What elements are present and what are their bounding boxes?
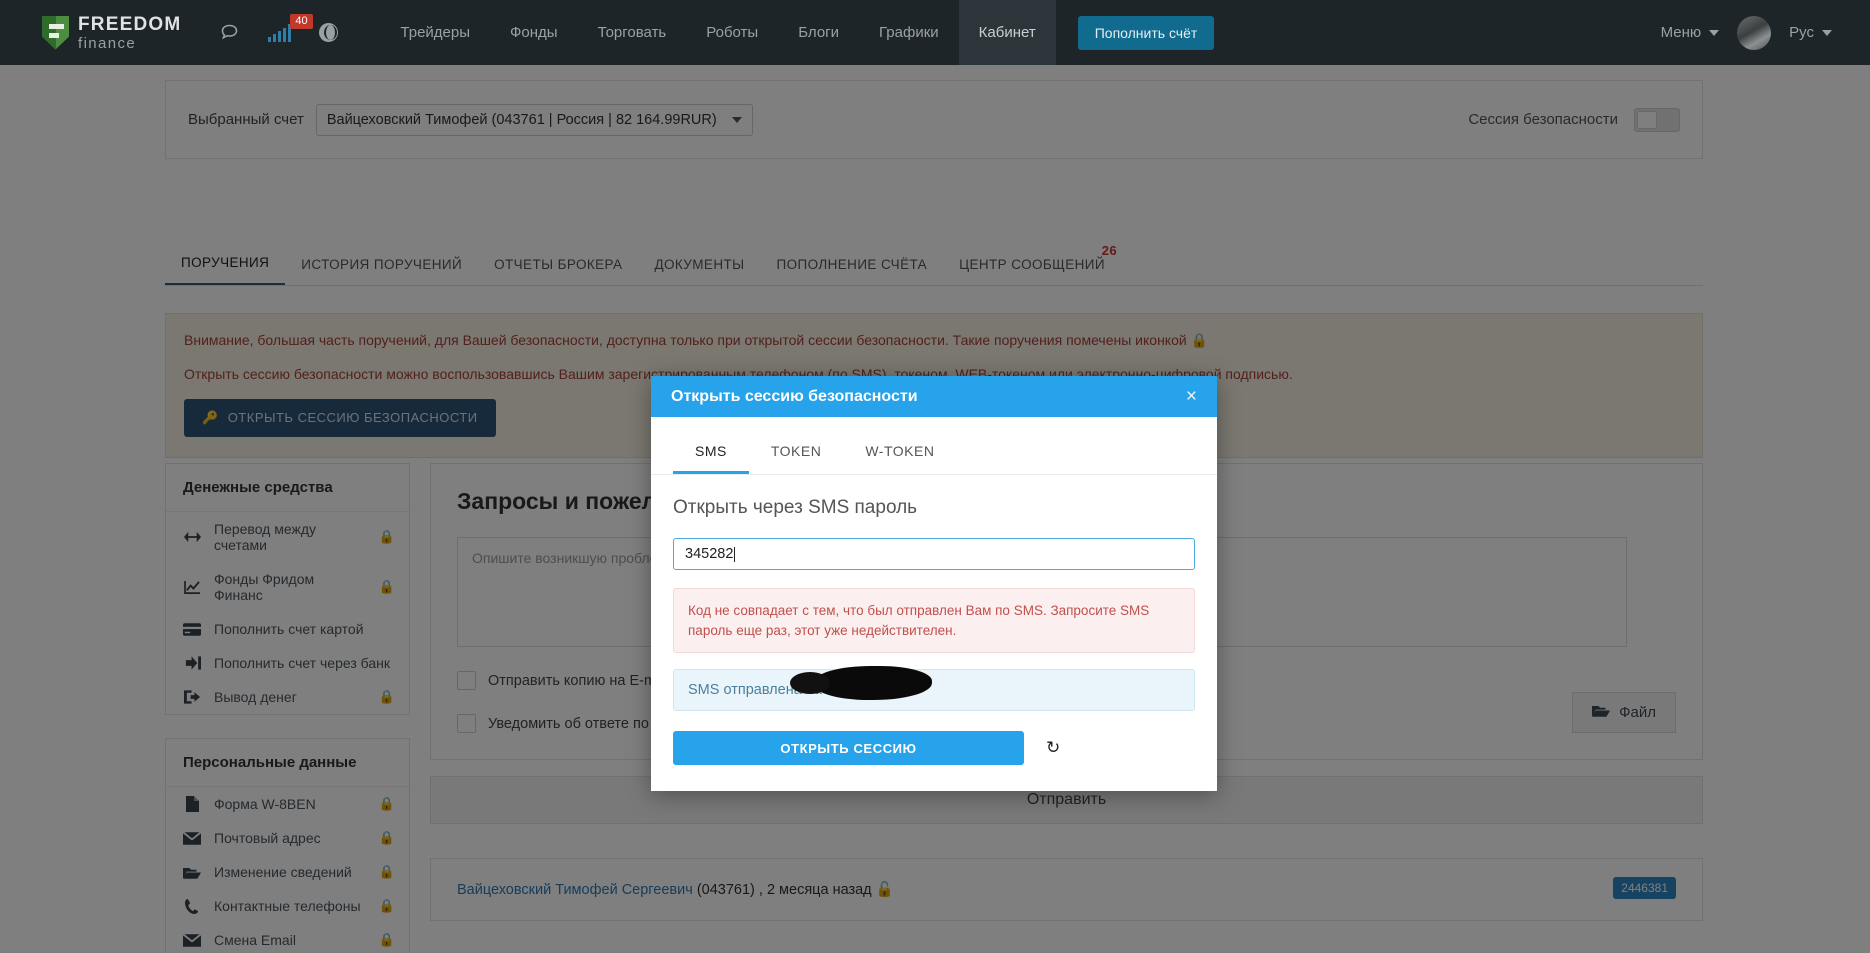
open-session-submit-button[interactable]: ОТКРЫТЬ СЕССИЮ	[673, 731, 1024, 766]
bar-chart-glyph	[268, 23, 292, 42]
sms-sent-info: SMS отправлена на номер	[673, 666, 1195, 712]
language-label: Рус	[1789, 24, 1814, 41]
topup-account-button[interactable]: Пополнить счёт	[1077, 15, 1215, 50]
modal-footer: ОТКРЫТЬ СЕССИЮ ↻	[673, 731, 1195, 766]
security-session-modal: Открыть сессию безопасности × SMS TOKEN …	[651, 376, 1217, 792]
nav-link-funds[interactable]: Фонды	[490, 0, 578, 65]
sms-code-input[interactable]: 345282	[673, 538, 1195, 570]
top-navigation-bar: FREEDOM finance 40 Трейдеры Фонды Торгов…	[0, 0, 1870, 65]
nav-link-traders[interactable]: Трейдеры	[380, 0, 490, 65]
brand-logo[interactable]: FREEDOM finance	[42, 15, 181, 51]
chat-icon[interactable]	[219, 22, 240, 43]
logo-text-primary: FREEDOM	[78, 13, 182, 35]
shield-logo-icon	[42, 15, 69, 50]
nav-icon-group: 40	[219, 13, 339, 43]
nav-link-blogs[interactable]: Блоги	[778, 0, 859, 65]
nav-link-cabinet[interactable]: Кабинет	[958, 0, 1056, 65]
modal-body: Открыть через SMS пароль 345282 Код не с…	[651, 475, 1217, 791]
logo-text-secondary: finance	[78, 34, 137, 52]
avatar[interactable]	[1737, 15, 1772, 50]
nav-links: Трейдеры Фонды Торговать Роботы Блоги Гр…	[380, 0, 1215, 65]
modal-tab-sms[interactable]: SMS	[673, 433, 749, 474]
nav-link-robots[interactable]: Роботы	[686, 0, 778, 65]
sms-code-value: 345282	[685, 546, 734, 562]
modal-tab-wtoken[interactable]: W-TOKEN	[843, 433, 956, 474]
text-caret	[734, 546, 736, 562]
menu-dropdown-label: Меню	[1660, 24, 1702, 41]
chevron-down-icon	[1822, 29, 1832, 36]
chevron-down-icon	[1709, 29, 1720, 36]
nav-right-group: Меню Рус	[1661, 15, 1832, 50]
app-root: FREEDOM finance 40 Трейдеры Фонды Торгов…	[0, 0, 1870, 953]
nav-link-trade[interactable]: Торговать	[578, 0, 687, 65]
error-message: Код не совпадает с тем, что был отправле…	[673, 588, 1195, 654]
notifications-badge: 40	[290, 13, 313, 29]
globe-icon[interactable]	[319, 23, 339, 42]
quotes-chart-icon[interactable]: 40	[268, 13, 313, 42]
close-icon[interactable]: ×	[1186, 387, 1197, 406]
modal-tabs: SMS TOKEN W-TOKEN	[651, 433, 1217, 475]
modal-title: Открыть сессию безопасности	[671, 387, 918, 405]
refresh-icon[interactable]: ↻	[1046, 738, 1060, 758]
menu-dropdown[interactable]: Меню	[1661, 24, 1720, 41]
modal-subtitle: Открыть через SMS пароль	[673, 497, 918, 518]
modal-tab-token[interactable]: TOKEN	[749, 433, 843, 474]
language-dropdown[interactable]: Рус	[1789, 24, 1832, 41]
redacted-phone-number	[790, 666, 932, 701]
nav-link-charts[interactable]: Графики	[859, 0, 959, 65]
modal-header: Открыть сессию безопасности ×	[651, 376, 1217, 417]
